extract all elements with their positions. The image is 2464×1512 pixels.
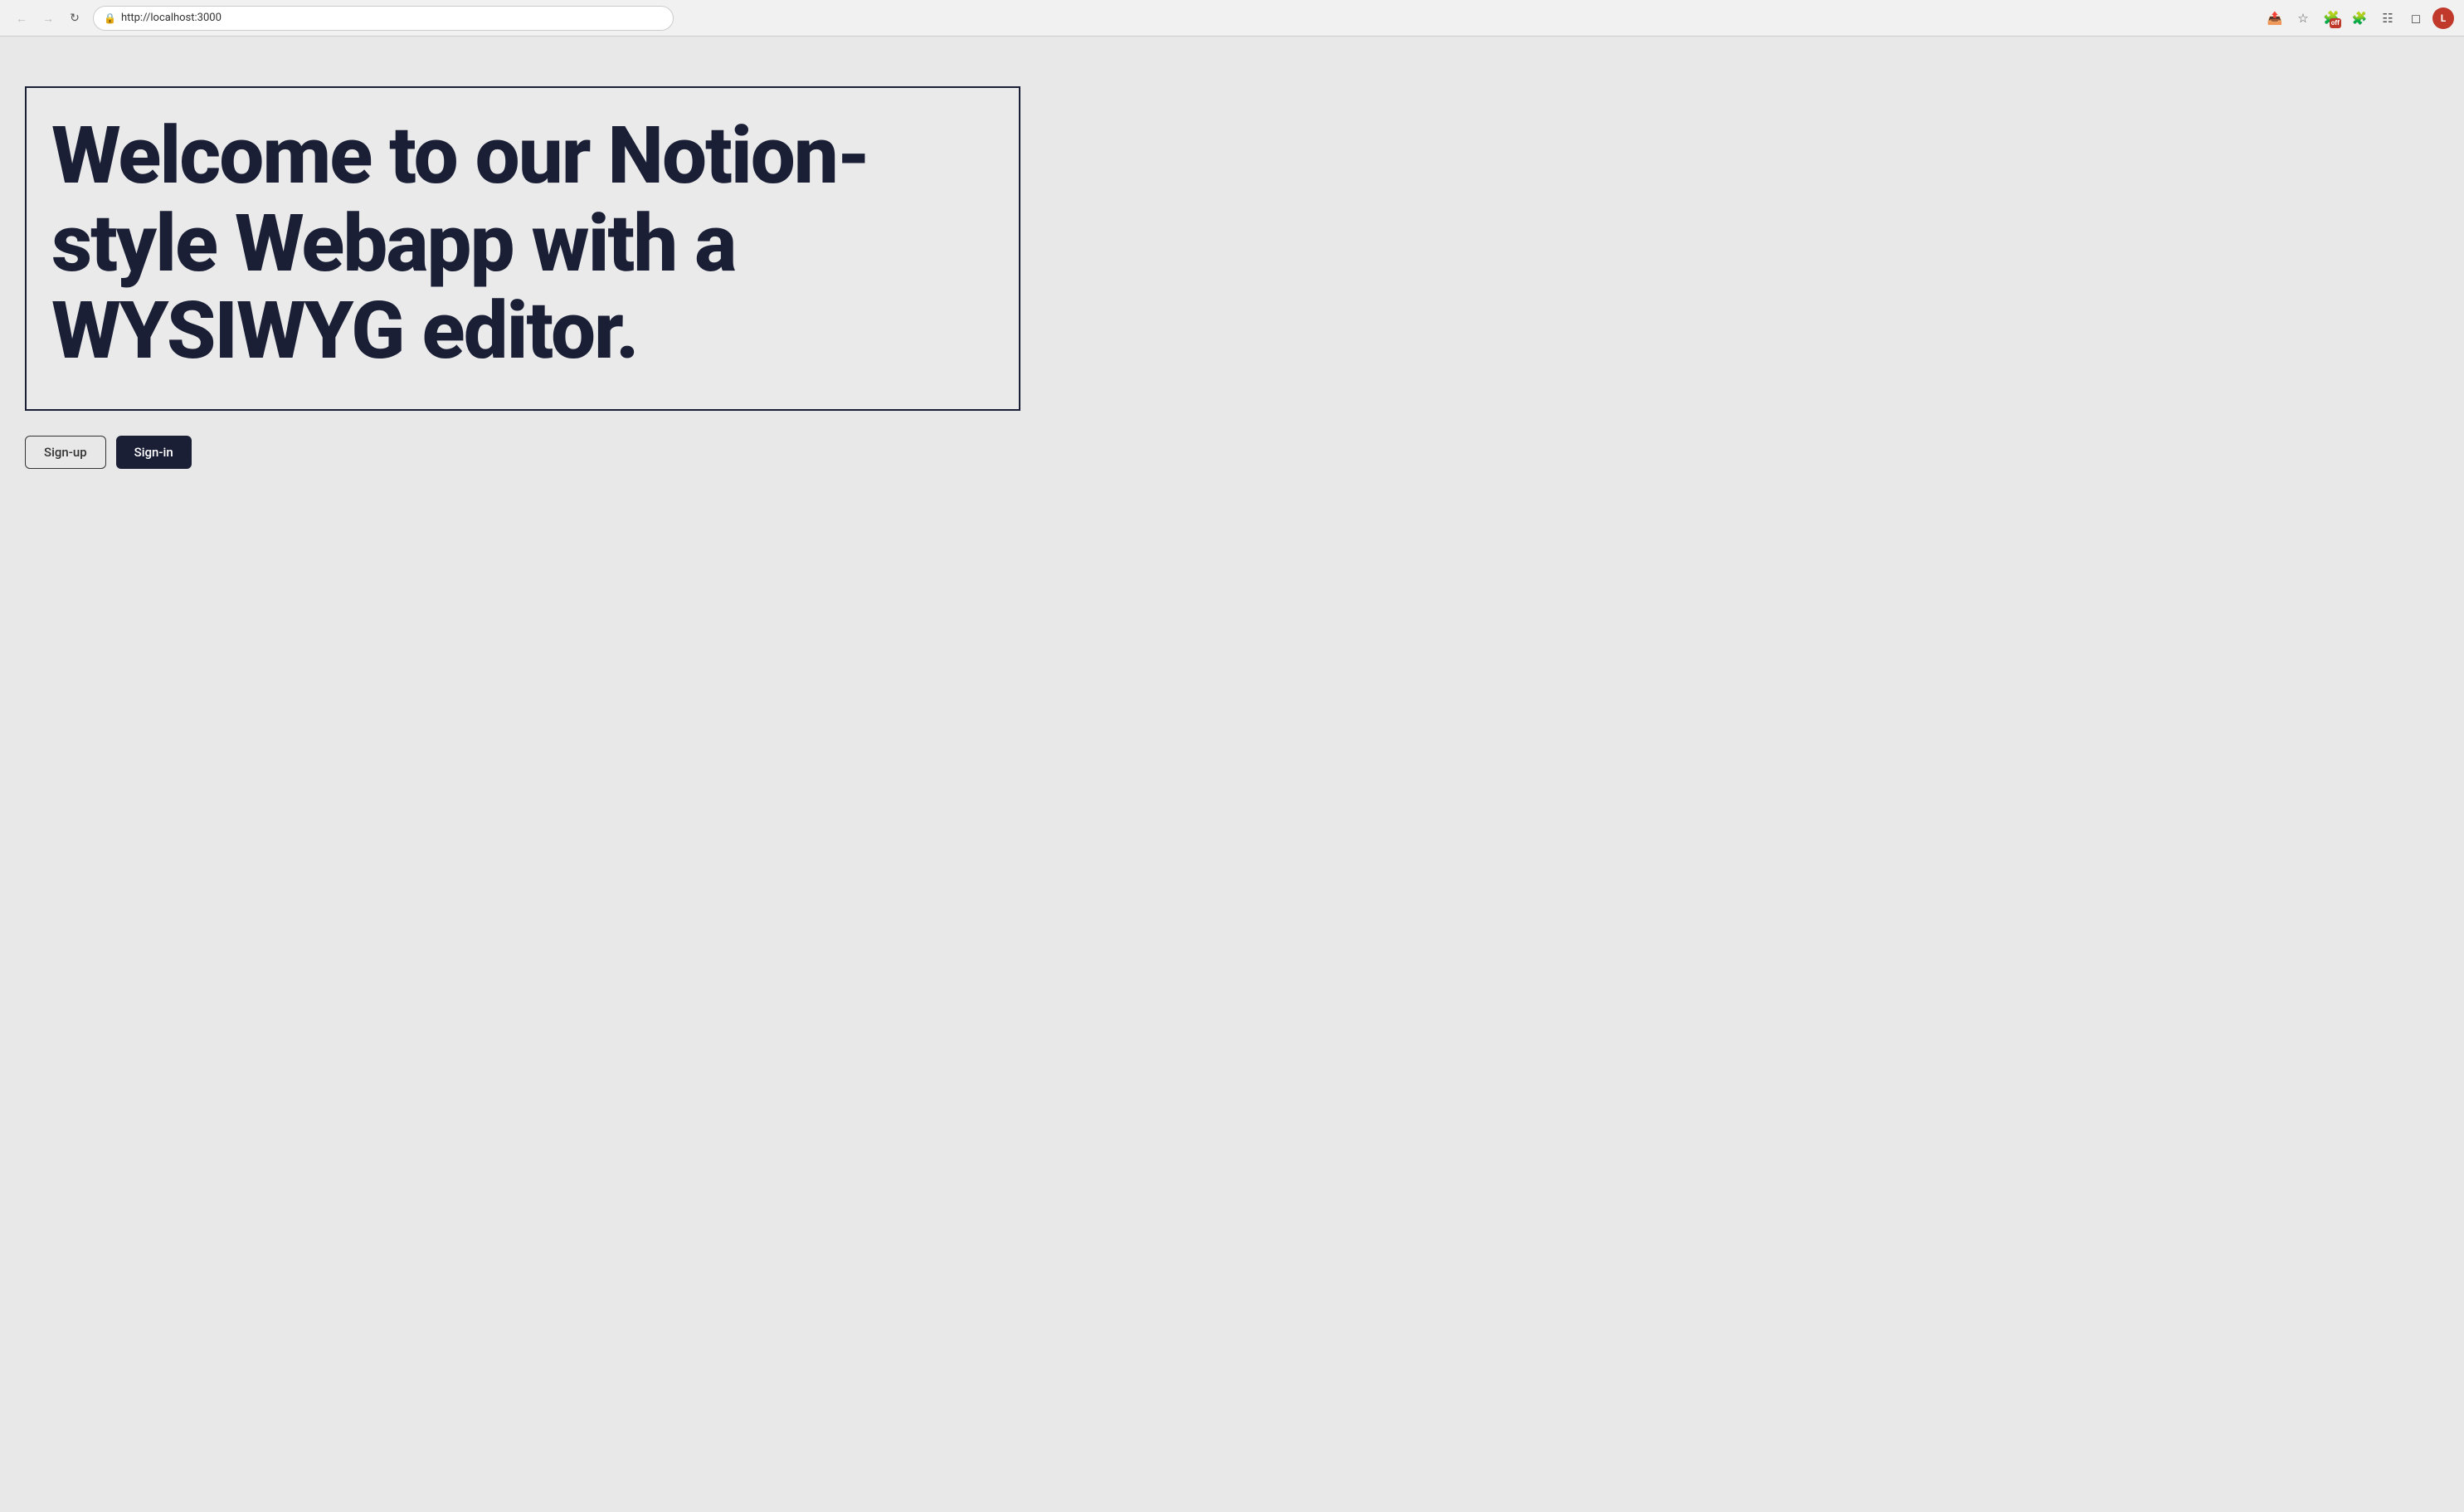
profile-avatar[interactable]: L: [2432, 7, 2454, 29]
reader-mode-icon: ☷: [2382, 11, 2393, 26]
save-page-icon: 📤: [2267, 11, 2283, 26]
forward-button[interactable]: →: [37, 7, 60, 30]
window-icon: ◻: [2411, 11, 2421, 26]
signin-button[interactable]: Sign-in: [116, 436, 192, 469]
puzzle-icon: 🧩: [2352, 11, 2368, 26]
extensions-badge: off: [2330, 18, 2341, 28]
puzzle-button[interactable]: 🧩: [2348, 7, 2371, 30]
hero-title: Welcome to our Notion-style Webapp with …: [51, 113, 994, 376]
page-content: Welcome to our Notion-style Webapp with …: [0, 37, 2464, 1512]
star-icon: ☆: [2297, 11, 2308, 26]
browser-toolbar-right: 📤 ☆ 🧩 off 🧩 ☷ ◻ L: [2263, 7, 2454, 30]
bookmark-button[interactable]: ☆: [2291, 7, 2315, 30]
buttons-row: Sign-up Sign-in: [25, 436, 2439, 469]
address-bar[interactable]: 🔒 http://localhost:3000: [93, 6, 674, 31]
save-page-button[interactable]: 📤: [2263, 7, 2286, 30]
back-icon: ←: [16, 12, 27, 25]
reader-mode-button[interactable]: ☷: [2376, 7, 2399, 30]
browser-chrome: ← → ↻ 🔒 http://localhost:3000 📤 ☆ 🧩 off …: [0, 0, 2464, 37]
window-button[interactable]: ◻: [2404, 7, 2427, 30]
refresh-button[interactable]: ↻: [63, 7, 86, 30]
refresh-icon: ↻: [70, 11, 80, 25]
url-text: http://localhost:3000: [121, 12, 663, 24]
forward-icon: →: [42, 12, 54, 25]
hero-box: Welcome to our Notion-style Webapp with …: [25, 86, 1020, 411]
signup-button[interactable]: Sign-up: [25, 436, 106, 469]
lock-icon: 🔒: [104, 12, 116, 24]
extension-icon-wrapper: 🧩 off: [2320, 7, 2343, 30]
back-button[interactable]: ←: [10, 7, 33, 30]
browser-nav-buttons: ← → ↻: [10, 7, 86, 30]
